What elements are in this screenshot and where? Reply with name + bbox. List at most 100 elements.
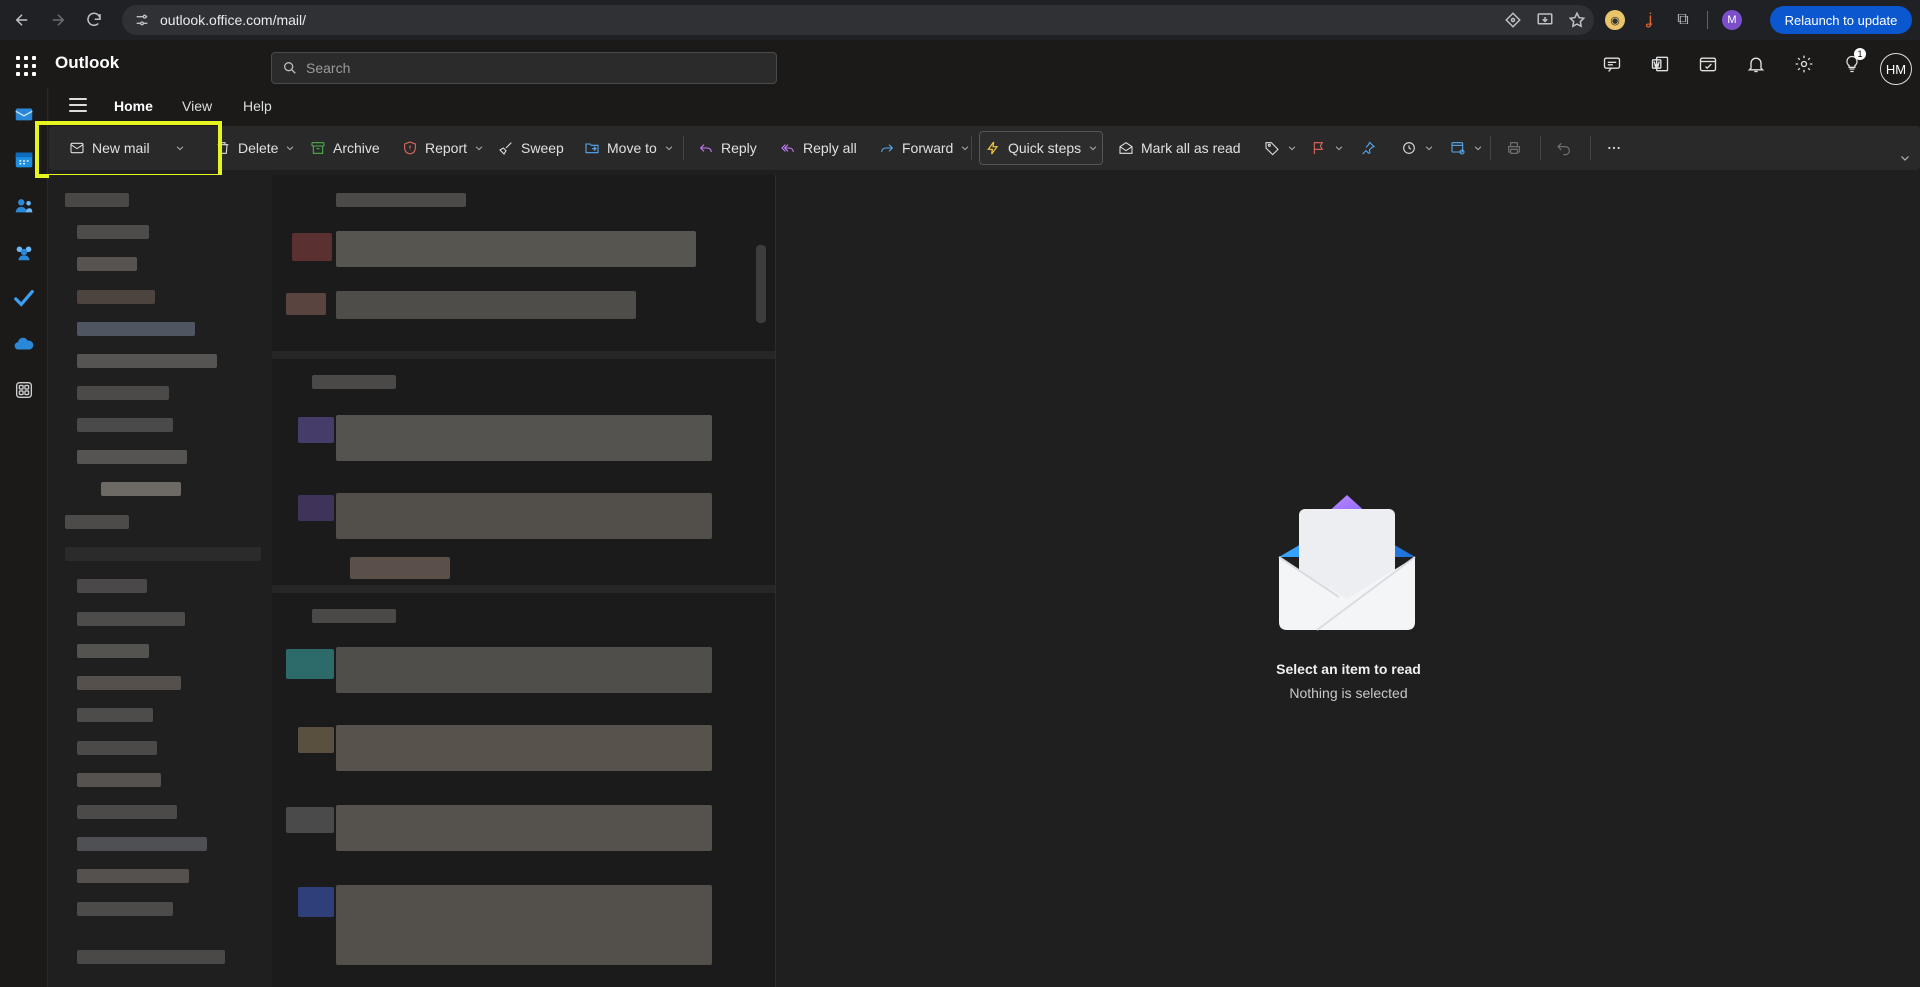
list-item[interactable] — [336, 725, 712, 771]
folder-item[interactable] — [77, 837, 207, 851]
folder-item[interactable] — [77, 805, 177, 819]
quick-steps-button[interactable]: Quick steps — [985, 126, 1081, 170]
envelope-open-icon — [1119, 142, 1133, 154]
more-apps-icon[interactable] — [12, 378, 36, 402]
folder-item[interactable] — [77, 644, 149, 658]
folder-item[interactable] — [77, 322, 195, 336]
list-item[interactable] — [350, 557, 450, 579]
folder-item[interactable] — [77, 418, 173, 432]
groups-icon[interactable] — [12, 240, 36, 264]
delete-button[interactable]: Delete — [215, 126, 295, 170]
list-item[interactable] — [336, 231, 696, 267]
account-avatar[interactable]: HM — [1880, 53, 1912, 85]
folder-item[interactable] — [77, 579, 147, 593]
tips-icon[interactable]: 1 — [1836, 48, 1868, 80]
tab-home[interactable]: Home — [114, 98, 153, 114]
list-item[interactable] — [336, 493, 712, 539]
folder-item[interactable] — [77, 869, 189, 883]
move-to-label: Move to — [607, 140, 657, 156]
folder-item[interactable] — [77, 950, 225, 964]
menu-icon[interactable] — [69, 98, 87, 112]
folder-item[interactable] — [77, 257, 137, 271]
bell-icon[interactable] — [1740, 48, 1772, 80]
folder-item[interactable] — [77, 290, 155, 304]
chevron-down-icon[interactable] — [175, 143, 185, 153]
reload-icon[interactable] — [80, 6, 108, 34]
gear-icon[interactable] — [1788, 48, 1820, 80]
categorize-button[interactable] — [1264, 126, 1297, 170]
app-launcher-icon[interactable] — [12, 52, 36, 76]
undo-button[interactable] — [1556, 126, 1572, 170]
folder-item[interactable] — [65, 193, 129, 207]
list-item[interactable] — [336, 805, 712, 851]
search-input[interactable]: Search — [271, 52, 777, 84]
folder-item[interactable] — [77, 450, 187, 464]
chevron-down-icon[interactable] — [960, 143, 970, 153]
new-mail-button[interactable]: New mail — [69, 126, 185, 170]
app-title[interactable]: Outlook — [55, 53, 119, 73]
extension-icon[interactable]: ◉ — [1605, 10, 1625, 30]
folder-item[interactable] — [77, 386, 169, 400]
relaunch-button[interactable]: Relaunch to update — [1770, 6, 1912, 34]
calendar-icon[interactable] — [12, 148, 36, 172]
undo-icon — [1557, 142, 1570, 156]
word-icon[interactable] — [1644, 48, 1676, 80]
archive-button[interactable]: Archive — [310, 126, 380, 170]
chevron-down-icon[interactable] — [664, 143, 674, 153]
more-options-button[interactable] — [1606, 126, 1622, 170]
list-item[interactable] — [336, 415, 712, 461]
pin-button[interactable] — [1360, 126, 1376, 170]
move-to-button[interactable]: Move to — [584, 126, 674, 170]
folder-item[interactable] — [77, 741, 157, 755]
folder-item[interactable] — [77, 708, 153, 722]
folder-item[interactable] — [77, 612, 185, 626]
folder-item[interactable] — [77, 354, 217, 368]
sweep-button[interactable]: Sweep — [498, 126, 564, 170]
mail-icon[interactable] — [12, 102, 36, 126]
rules-button[interactable] — [1450, 126, 1483, 170]
flag-button[interactable] — [1311, 126, 1344, 170]
report-button[interactable]: Report — [402, 126, 484, 170]
onedrive-icon[interactable] — [12, 332, 36, 356]
list-item[interactable] — [336, 885, 712, 965]
bookmark-star-icon[interactable] — [1568, 11, 1586, 29]
collapse-ribbon-button[interactable] — [1899, 136, 1911, 180]
todo-icon[interactable] — [12, 286, 36, 310]
reply-all-button[interactable]: Reply all — [780, 126, 857, 170]
mark-all-read-button[interactable]: Mark all as read — [1118, 126, 1241, 170]
envelope-illustration — [1278, 495, 1416, 631]
install-app-icon[interactable] — [1536, 11, 1554, 29]
site-info-icon[interactable] — [134, 12, 150, 28]
quick-steps-dropdown[interactable] — [1088, 126, 1098, 170]
folder-item[interactable] — [101, 482, 181, 496]
my-day-icon[interactable] — [1692, 48, 1724, 80]
divider — [971, 136, 972, 160]
address-bar[interactable]: outlook.office.com/mail/ — [122, 5, 1594, 35]
scrollbar[interactable] — [756, 245, 766, 323]
chevron-down-icon[interactable] — [285, 143, 295, 153]
people-icon[interactable] — [12, 194, 36, 218]
print-button[interactable] — [1506, 126, 1522, 170]
reply-button[interactable]: Reply — [698, 126, 757, 170]
lens-icon[interactable] — [1504, 11, 1522, 29]
forward-icon[interactable] — [44, 6, 72, 34]
folder-item[interactable] — [77, 773, 161, 787]
folder-item[interactable] — [77, 676, 181, 690]
puzzle-icon[interactable]: ⧉ — [1673, 10, 1693, 30]
folder-item[interactable] — [65, 547, 261, 561]
tab-help[interactable]: Help — [243, 98, 272, 114]
list-item[interactable] — [336, 291, 636, 319]
list-item[interactable] — [336, 647, 712, 693]
extension-icon[interactable]: ʝ — [1639, 10, 1659, 30]
back-icon[interactable] — [8, 6, 36, 34]
forward-button[interactable]: Forward — [879, 126, 970, 170]
snooze-button[interactable] — [1401, 126, 1434, 170]
meet-now-icon[interactable] — [1596, 48, 1628, 80]
chevron-down-icon[interactable] — [474, 143, 484, 153]
folder-item[interactable] — [77, 225, 149, 239]
folder-item[interactable] — [65, 515, 129, 529]
profile-avatar[interactable]: M — [1722, 10, 1742, 30]
folder-item[interactable] — [77, 902, 173, 916]
ellipsis-icon — [1608, 146, 1620, 150]
tab-view[interactable]: View — [182, 98, 212, 114]
